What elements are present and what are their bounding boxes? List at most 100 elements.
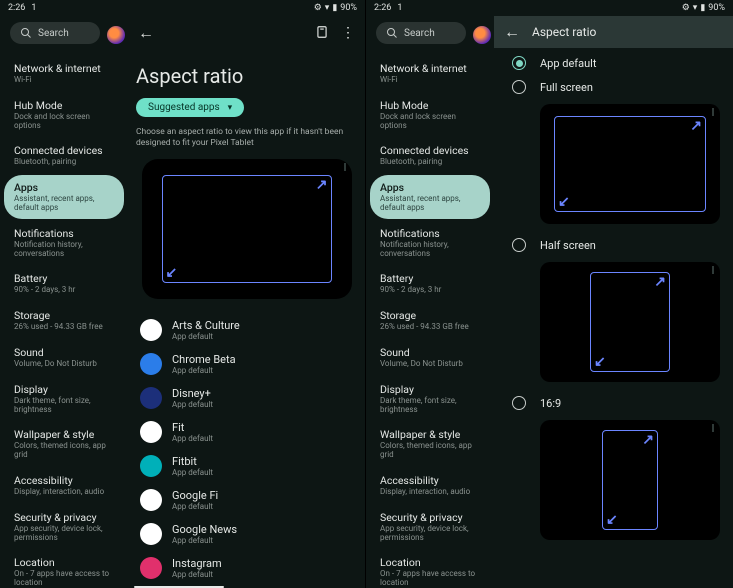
sidebar-item[interactable]: SoundVolume, Do Not Disturb [370, 340, 490, 375]
sidebar-item[interactable]: Security & privacyApp security, device l… [4, 505, 124, 549]
app-name: Chrome Beta [172, 353, 236, 366]
sidebar-item[interactable]: Storage26% used - 94.33 GB free [370, 303, 490, 338]
sidebar-item-sub: 90% - 2 days, 3 hr [14, 286, 116, 295]
sidebar-item[interactable]: AppsAssistant, recent apps, default apps [4, 175, 124, 219]
radio-icon [512, 238, 526, 252]
sidebar-item[interactable]: Connected devicesBluetooth, pairing [370, 138, 490, 173]
sidebar-item-title: Sound [14, 346, 116, 359]
app-row[interactable]: FitbitApp default [136, 449, 357, 483]
radio-label: 16:9 [540, 397, 561, 410]
app-icon [140, 489, 162, 511]
radio-icon [512, 56, 526, 70]
app-icon [140, 455, 162, 477]
preview-full: ↗↙ [540, 104, 720, 224]
sidebar-item-sub: Assistant, recent apps, default apps [380, 195, 482, 213]
radio-option[interactable]: Half screen [512, 238, 715, 252]
search-input[interactable]: Search [376, 22, 466, 44]
app-name: Google Fi [172, 489, 218, 502]
sidebar-item[interactable]: Connected devicesBluetooth, pairing [4, 138, 124, 173]
sidebar-item[interactable]: Network & internetWi-Fi [370, 56, 490, 91]
sidebar-item-sub: Bluetooth, pairing [380, 158, 482, 167]
sidebar-item-title: Wallpaper & style [14, 428, 116, 441]
sidebar-item[interactable]: Network & internetWi-Fi [4, 56, 124, 91]
radio-option[interactable]: App default [512, 56, 715, 70]
sidebar-item[interactable]: DisplayDark theme, font size, brightness [370, 377, 490, 421]
card-icon[interactable] [315, 25, 329, 41]
page-description: Choose an aspect ratio to view this app … [136, 127, 357, 149]
avatar[interactable] [107, 26, 125, 44]
search-placeholder: Search [404, 28, 435, 39]
sidebar-item[interactable]: LocationOn - 7 apps have access to locat… [370, 550, 490, 588]
app-row[interactable]: Arts & CultureApp default [136, 313, 357, 347]
sidebar-item-sub: Bluetooth, pairing [14, 158, 116, 167]
sidebar-item-title: Network & internet [14, 62, 116, 75]
sidebar-item-title: Battery [14, 272, 116, 285]
back-icon[interactable]: ← [138, 23, 154, 43]
app-sub: App default [172, 570, 222, 579]
app-sub: App default [172, 434, 213, 443]
preview-ratio: ↗↙ [540, 420, 720, 540]
sidebar-item[interactable]: Storage26% used - 94.33 GB free [4, 303, 124, 338]
options-title: Aspect ratio [532, 25, 596, 39]
sidebar-item-sub: Colors, themed icons, app grid [380, 442, 482, 460]
sidebar-item[interactable]: Wallpaper & styleColors, themed icons, a… [4, 422, 124, 466]
sidebar-item-sub: 26% used - 94.33 GB free [14, 323, 116, 332]
device-left: 2:26 1 ⚙ ▾ ▮ 90% Search Network & intern… [0, 0, 366, 588]
arrow-ne-icon: ↗ [642, 432, 654, 448]
app-row[interactable]: Google NewsApp default [136, 517, 357, 551]
sidebar-item[interactable]: AccessibilityDisplay, interaction, audio [370, 468, 490, 503]
chevron-down-icon: ▾ [228, 103, 233, 113]
status-bar: 2:26 1 ⚙ ▾ ▮ 90% [366, 0, 733, 16]
settings-icon: ⚙ [314, 3, 322, 13]
app-row[interactable]: Disney+App default [136, 381, 357, 415]
app-icon [140, 387, 162, 409]
sidebar-item-title: Location [380, 556, 482, 569]
app-row[interactable]: Google FiApp default [136, 483, 357, 517]
sidebar-item-sub: Display, interaction, audio [380, 488, 482, 497]
sidebar-item[interactable]: AppsAssistant, recent apps, default apps [370, 175, 490, 219]
sidebar-item[interactable]: Hub ModeDock and lock screen options [370, 93, 490, 137]
app-icon [140, 319, 162, 341]
radio-option[interactable]: Full screen [512, 80, 715, 94]
sidebar-item-sub: Display, interaction, audio [14, 488, 116, 497]
settings-icon: ⚙ [682, 3, 690, 13]
back-icon[interactable]: ← [504, 22, 520, 42]
sidebar-item[interactable]: Hub ModeDock and lock screen options [4, 93, 124, 137]
sidebar-item-sub: Volume, Do Not Disturb [14, 360, 116, 369]
app-row[interactable]: FitApp default [136, 415, 357, 449]
suggested-apps-chip[interactable]: Suggested apps ▾ [136, 98, 244, 117]
chip-label: Suggested apps [148, 102, 220, 113]
sidebar-item-title: Notifications [380, 227, 482, 240]
sidebar-item[interactable]: Wallpaper & styleColors, themed icons, a… [370, 422, 490, 466]
radio-option[interactable]: 16:9 [512, 396, 715, 410]
more-icon[interactable]: ⋮ [341, 25, 355, 41]
sidebar-item-sub: Colors, themed icons, app grid [14, 442, 116, 460]
sidebar-item-title: Apps [380, 181, 482, 194]
sidebar-item[interactable]: NotificationsNotification history, conve… [4, 221, 124, 265]
app-row[interactable]: Chrome BetaApp default [136, 347, 357, 381]
sidebar-item-title: Security & privacy [380, 511, 482, 524]
sidebar-item[interactable]: Battery90% - 2 days, 3 hr [4, 266, 124, 301]
app-icon [140, 557, 162, 579]
sidebar-item-sub: App security, device lock, permissions [14, 525, 116, 543]
search-input[interactable]: Search [10, 22, 100, 44]
sidebar-item[interactable]: Battery90% - 2 days, 3 hr [370, 266, 490, 301]
preview-fullscreen: ↗ ↙ [142, 159, 352, 299]
app-sub: App default [172, 536, 237, 545]
app-name: Fit [172, 421, 213, 434]
app-row[interactable]: InstagramApp default [136, 551, 357, 585]
app-sub: App default [172, 502, 218, 511]
sidebar-item[interactable]: AccessibilityDisplay, interaction, audio [4, 468, 124, 503]
sidebar-item[interactable]: NotificationsNotification history, conve… [370, 221, 490, 265]
sidebar-item[interactable]: DisplayDark theme, font size, brightness [4, 377, 124, 421]
avatar[interactable] [473, 26, 491, 44]
device-right: 2:26 1 ⚙ ▾ ▮ 90% Search Network & intern… [366, 0, 733, 588]
sidebar-item-title: Sound [380, 346, 482, 359]
app-name: Disney+ [172, 387, 213, 400]
sidebar-item[interactable]: SoundVolume, Do Not Disturb [4, 340, 124, 375]
aspect-ratio-main: ← ⋮ Aspect ratio Suggested apps ▾ Choose… [128, 16, 365, 588]
arrow-ne-icon: ↗ [316, 177, 328, 193]
arrow-sw-icon: ↙ [166, 265, 178, 281]
sidebar-item[interactable]: Security & privacyApp security, device l… [370, 505, 490, 549]
sidebar-item[interactable]: LocationOn - 7 apps have access to locat… [4, 550, 124, 588]
